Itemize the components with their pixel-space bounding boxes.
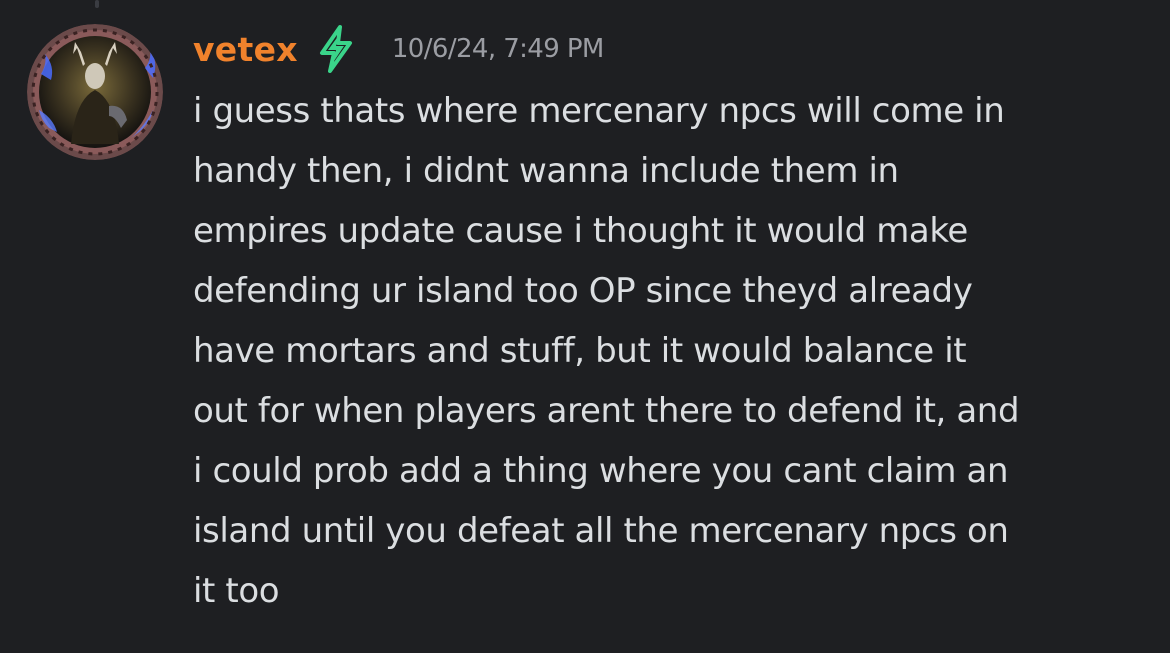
message-line: out for when players arent there to defe… (193, 391, 1020, 431)
user-avatar[interactable] (27, 24, 163, 160)
message-line: island until you defeat all the mercenar… (193, 511, 1009, 551)
message-line: i could prob add a thing where you cant … (193, 451, 1009, 491)
message-content: i guess thats where mercenary npcs will … (193, 81, 1020, 621)
message-line: empires update cause i thought it would … (193, 211, 968, 251)
message-line: i guess thats where mercenary npcs will … (193, 91, 1005, 131)
message-timestamp[interactable]: 10/6/24, 7:49 PM (392, 34, 605, 64)
message-line: it too (193, 571, 280, 611)
lightning-bolt-icon[interactable] (316, 25, 356, 73)
username[interactable]: vetex (193, 30, 298, 69)
message-line: handy then, i didnt wanna include them i… (193, 151, 899, 191)
message-line: defending ur island too OP since theyd a… (193, 271, 973, 311)
message-header: vetex 10/6/24, 7:49 PM (193, 22, 604, 76)
message-line: have mortars and stuff, but it would bal… (193, 331, 967, 371)
chat-message-view: vetex 10/6/24, 7:49 PM i guess thats whe… (0, 0, 1170, 653)
avatar-horned-knight-icon (27, 24, 163, 160)
reply-thread-line (95, 0, 99, 8)
